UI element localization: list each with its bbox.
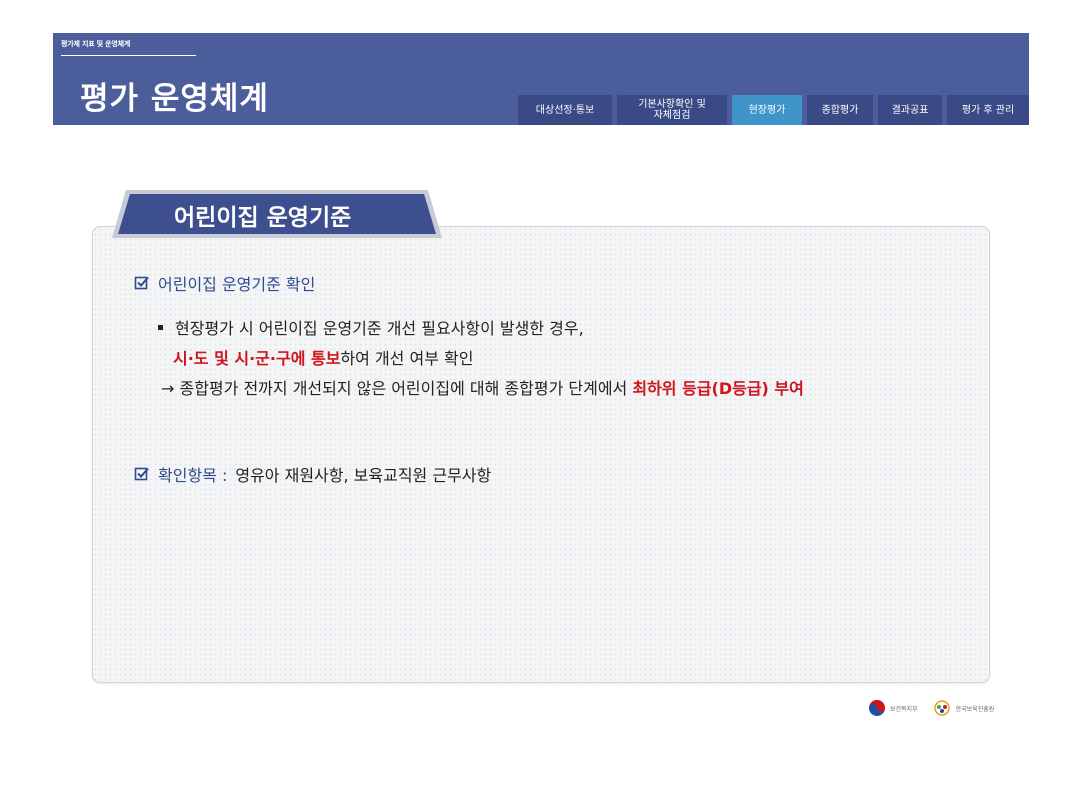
section-heading: 어린이집 운영기준	[112, 190, 442, 238]
square-bullet-icon	[158, 325, 163, 330]
check-item-label: 어린이집 운영기준 확인	[158, 275, 316, 294]
institute-emblem-icon	[933, 700, 950, 716]
ministry-logo-text: 보건복지부	[890, 705, 918, 713]
notify-highlight: 시·도 및 시·군·구에 통보	[173, 349, 341, 368]
tab-result-announcement[interactable]: 결과공표	[878, 95, 942, 125]
process-tabs: 대상선정·통보 기본사항확인 및 자체점검 현장평가 종합평가 결과공표 평가 …	[518, 95, 1029, 125]
ministry-logo: 보건복지부	[868, 699, 918, 717]
tab-onsite-evaluation[interactable]: 현장평가	[732, 95, 802, 125]
institute-logo: 한국보육진흥원	[932, 699, 995, 717]
check-items-label: 확인항목 :	[158, 466, 228, 485]
check-item-standard: 어린이집 운영기준 확인	[134, 271, 315, 295]
bullet-text-1: 현장평가 시 어린이집 운영기준 개선 필요사항이 발생한 경우,	[175, 319, 584, 338]
page-title: 평가 운영체계	[80, 81, 269, 117]
breadcrumb: 평가제 지표 및 운영체계	[61, 40, 131, 48]
arrow-line: → 종합평가 전까지 개선되지 않은 어린이집에 대해 종합평가 단계에서 최하…	[161, 375, 804, 399]
checkbox-checked-icon	[134, 276, 149, 290]
bullet-line-2: 시·도 및 시·군·구에 통보하여 개선 여부 확인	[173, 345, 473, 369]
footer-logos: 보건복지부 한국보육진흥원	[868, 698, 994, 718]
checkbox-checked-icon	[134, 467, 149, 481]
arrow-text: → 종합평가 전까지 개선되지 않은 어린이집에 대해 종합평가 단계에서	[161, 379, 633, 398]
bullet-line-1: 현장평가 시 어린이집 운영기준 개선 필요사항이 발생한 경우,	[158, 315, 584, 339]
check-items-value: 영유아 재원사항, 보육교직원 근무사항	[235, 466, 492, 485]
taeguk-emblem-icon	[869, 700, 885, 716]
tab-comprehensive-evaluation[interactable]: 종합평가	[807, 95, 873, 125]
grade-highlight: 최하위 등급(D등급) 부여	[632, 379, 804, 398]
tab-basic-check[interactable]: 기본사항확인 및 자체점검	[617, 95, 727, 125]
bullet-text-2: 하여 개선 여부 확인	[340, 349, 474, 368]
header-band: 평가제 지표 및 운영체계 평가 운영체계 대상선정·통보 기본사항확인 및 자…	[53, 33, 1029, 125]
slide: 평가제 지표 및 운영체계 평가 운영체계 대상선정·통보 기본사항확인 및 자…	[0, 0, 1078, 795]
tab-target-selection[interactable]: 대상선정·통보	[518, 95, 612, 125]
check-item-items: 확인항목 : 영유아 재원사항, 보육교직원 근무사항	[134, 462, 491, 486]
institute-logo-text: 한국보육진흥원	[955, 705, 995, 713]
section-title: 어린이집 운영기준	[174, 205, 352, 231]
tab-post-management[interactable]: 평가 후 관리	[947, 95, 1029, 125]
breadcrumb-underline	[61, 55, 196, 56]
